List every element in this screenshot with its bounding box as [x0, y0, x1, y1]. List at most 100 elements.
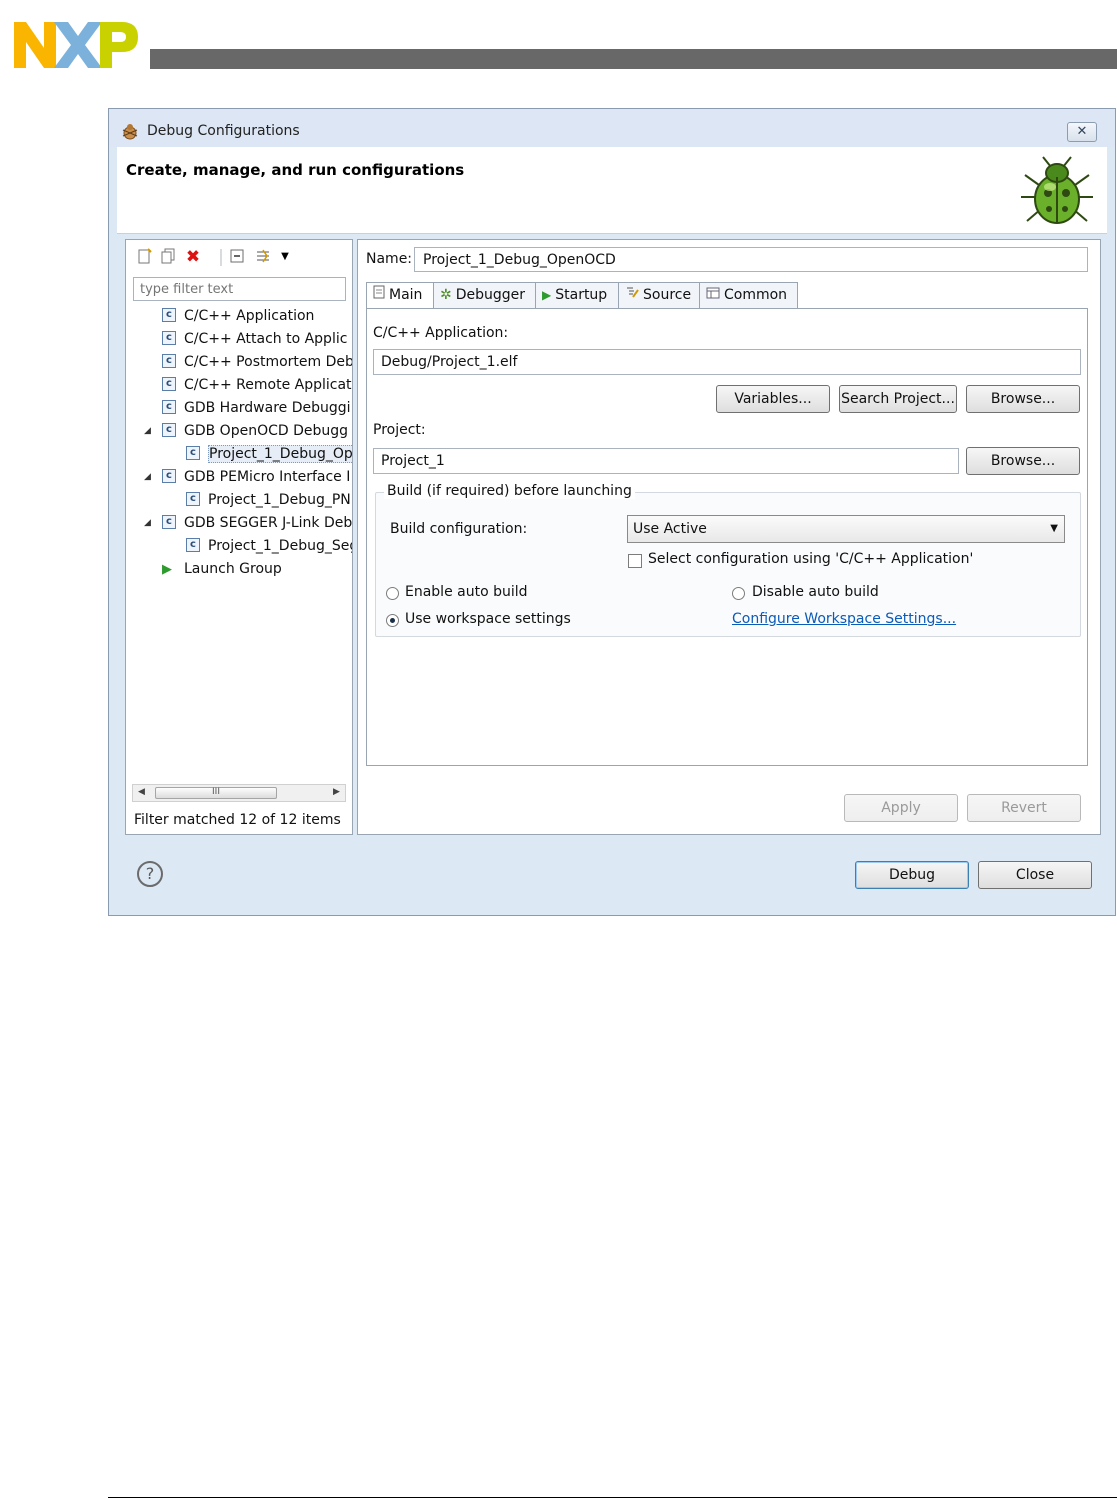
select-config-checkbox-label: Select configuration using 'C/C++ Applic… — [648, 551, 974, 567]
debug-app-icon — [122, 124, 138, 140]
config-tabs: Main ✲ Debugger ▶ Startup Source Common — [366, 282, 1088, 309]
source-tab-icon — [625, 283, 639, 307]
view-menu-chevron-down-icon[interactable]: ▼ — [276, 248, 294, 266]
tab-source[interactable]: Source — [618, 282, 700, 308]
tree-item-label: Launch Group — [184, 561, 282, 577]
tab-main[interactable]: Main — [366, 282, 434, 309]
use-workspace-settings-radio[interactable] — [386, 614, 399, 627]
tree-item-label-selected: Project_1_Debug_Op — [208, 445, 352, 463]
tree-item-project-1-debug-segger[interactable]: c Project_1_Debug_Seg — [186, 536, 352, 556]
c-config-icon: c — [162, 400, 176, 414]
c-config-icon: c — [186, 446, 200, 460]
tree-item-label: GDB PEMicro Interface I — [184, 469, 351, 485]
expanded-triangle-icon[interactable]: ◢ — [144, 421, 154, 441]
name-input[interactable] — [414, 247, 1088, 272]
tree-item-label: C/C++ Postmortem Deb — [184, 354, 352, 370]
banner-title: Create, manage, and run configurations — [126, 161, 465, 179]
search-project-button[interactable]: Search Project... — [839, 385, 957, 413]
nxp-logo — [14, 22, 138, 68]
tree-item-project-1-debug-openocd[interactable]: c Project_1_Debug_Op — [186, 444, 352, 464]
tree-horizontal-scrollbar[interactable]: ◀ III ▶ — [132, 784, 346, 802]
filter-status: Filter matched 12 of 12 items — [134, 812, 341, 828]
c-config-icon: c — [186, 492, 200, 506]
tree-toolbar: ✖ | ▼ — [134, 244, 344, 270]
c-config-icon: c — [162, 354, 176, 368]
tree-item-gdb-openocd[interactable]: ◢ c GDB OpenOCD Debugg — [144, 421, 348, 441]
tree-item-label: GDB SEGGER J-Link Deb — [184, 515, 352, 531]
tree-item-label: Project_1_Debug_PN — [208, 492, 351, 508]
build-configuration-label: Build configuration: — [390, 521, 528, 537]
tree-item-gdb-segger[interactable]: ◢ c GDB SEGGER J-Link Deb — [144, 513, 352, 533]
delete-config-icon[interactable]: ✖ — [184, 248, 202, 266]
configure-workspace-settings-link[interactable]: Configure Workspace Settings... — [732, 611, 956, 627]
tree-item-c-cpp-postmortem[interactable]: c C/C++ Postmortem Deb — [162, 352, 352, 372]
c-config-icon: c — [162, 423, 176, 437]
disable-auto-build-radio[interactable] — [732, 587, 745, 600]
close-icon: ✕ — [1076, 124, 1088, 139]
disable-auto-build-label: Disable auto build — [752, 584, 879, 600]
main-tab-icon — [373, 283, 385, 307]
filter-input[interactable] — [133, 277, 346, 301]
browse-project-button[interactable]: Browse... — [966, 447, 1080, 475]
project-label: Project: — [373, 422, 426, 438]
debug-button[interactable]: Debug — [855, 861, 969, 889]
filter-icon[interactable] — [254, 248, 272, 266]
scrollbar-thumb[interactable]: III — [155, 787, 277, 799]
configuration-tree-panel: ✖ | ▼ c C/C++ Application c C/C++ Attach t… — [125, 239, 353, 835]
help-icon[interactable]: ? — [137, 861, 163, 887]
tree-item-c-cpp-attach[interactable]: c C/C++ Attach to Applic — [162, 329, 347, 349]
c-config-icon: c — [162, 377, 176, 391]
configuration-detail-panel: Name: Main ✲Debugger ▶Startup Source Com… — [357, 239, 1101, 835]
enable-auto-build-radio[interactable] — [386, 587, 399, 600]
application-label: C/C++ Application: — [373, 325, 509, 341]
debugger-tab-icon: ✲ — [440, 287, 452, 303]
tree-item-label: Project_1_Debug_Seg — [208, 538, 352, 554]
configuration-tree: c C/C++ Application c C/C++ Attach to Appl… — [126, 306, 352, 776]
tree-item-launch-group[interactable]: ▶ Launch Group — [162, 559, 282, 579]
tree-item-gdb-pemicro[interactable]: ◢ c GDB PEMicro Interface I — [144, 467, 350, 487]
tab-startup[interactable]: ▶ Startup — [535, 282, 619, 308]
new-config-icon[interactable] — [136, 248, 154, 266]
duplicate-config-icon[interactable] — [160, 248, 178, 266]
c-config-icon: c — [186, 538, 200, 552]
project-input[interactable] — [373, 448, 959, 474]
scroll-right-arrow-icon[interactable]: ▶ — [333, 787, 340, 797]
build-group-legend: Build (if required) before launching — [384, 483, 635, 499]
tree-item-label: GDB Hardware Debuggi — [184, 400, 351, 416]
tree-item-label: GDB OpenOCD Debugg — [184, 423, 349, 439]
main-tab-content: C/C++ Application: Variables... Search P… — [366, 308, 1088, 766]
apply-button[interactable]: Apply — [844, 794, 958, 822]
dialog-title: Debug Configurations — [147, 123, 300, 139]
build-before-launch-group: Build (if required) before launching Bui… — [375, 483, 1081, 637]
close-button[interactable]: Close — [978, 861, 1092, 889]
tab-common[interactable]: Common — [699, 282, 798, 308]
use-workspace-settings-label: Use workspace settings — [405, 611, 571, 627]
scroll-left-arrow-icon[interactable]: ◀ — [138, 787, 145, 797]
collapse-all-icon[interactable] — [228, 248, 246, 266]
revert-button[interactable]: Revert — [967, 794, 1081, 822]
tree-item-gdb-hardware[interactable]: c GDB Hardware Debuggi — [162, 398, 351, 418]
variables-button[interactable]: Variables... — [716, 385, 830, 413]
application-input[interactable] — [373, 349, 1081, 375]
tab-debugger[interactable]: ✲ Debugger — [433, 282, 536, 308]
header-bar — [150, 49, 1117, 69]
expanded-triangle-icon[interactable]: ◢ — [144, 513, 154, 533]
c-config-icon: c — [162, 308, 176, 322]
tree-item-c-cpp-remote[interactable]: c C/C++ Remote Applicat — [162, 375, 352, 395]
tree-item-label: C/C++ Remote Applicat — [184, 377, 352, 393]
expanded-triangle-icon[interactable]: ◢ — [144, 467, 154, 487]
dialog-banner: Create, manage, and run configurations — [117, 147, 1107, 234]
tree-item-project-1-debug-pne[interactable]: c Project_1_Debug_PN — [186, 490, 351, 510]
name-label: Name: — [366, 251, 413, 267]
debug-configurations-dialog: Debug Configurations ✕ Create, manage, a… — [108, 108, 1116, 916]
tree-item-c-cpp-application[interactable]: c C/C++ Application — [162, 306, 314, 326]
tree-item-label: C/C++ Attach to Applic — [184, 331, 348, 347]
enable-auto-build-label: Enable auto build — [405, 584, 528, 600]
title-bar: Debug Configurations ✕ — [109, 109, 1115, 147]
select-config-checkbox[interactable] — [628, 554, 642, 568]
browse-application-button[interactable]: Browse... — [966, 385, 1080, 413]
build-configuration-select[interactable]: Use Active ▼ — [627, 515, 1065, 543]
bug-icon — [1021, 156, 1093, 224]
window-close-button[interactable]: ✕ — [1067, 122, 1097, 142]
chevron-down-icon: ▼ — [1050, 523, 1058, 534]
